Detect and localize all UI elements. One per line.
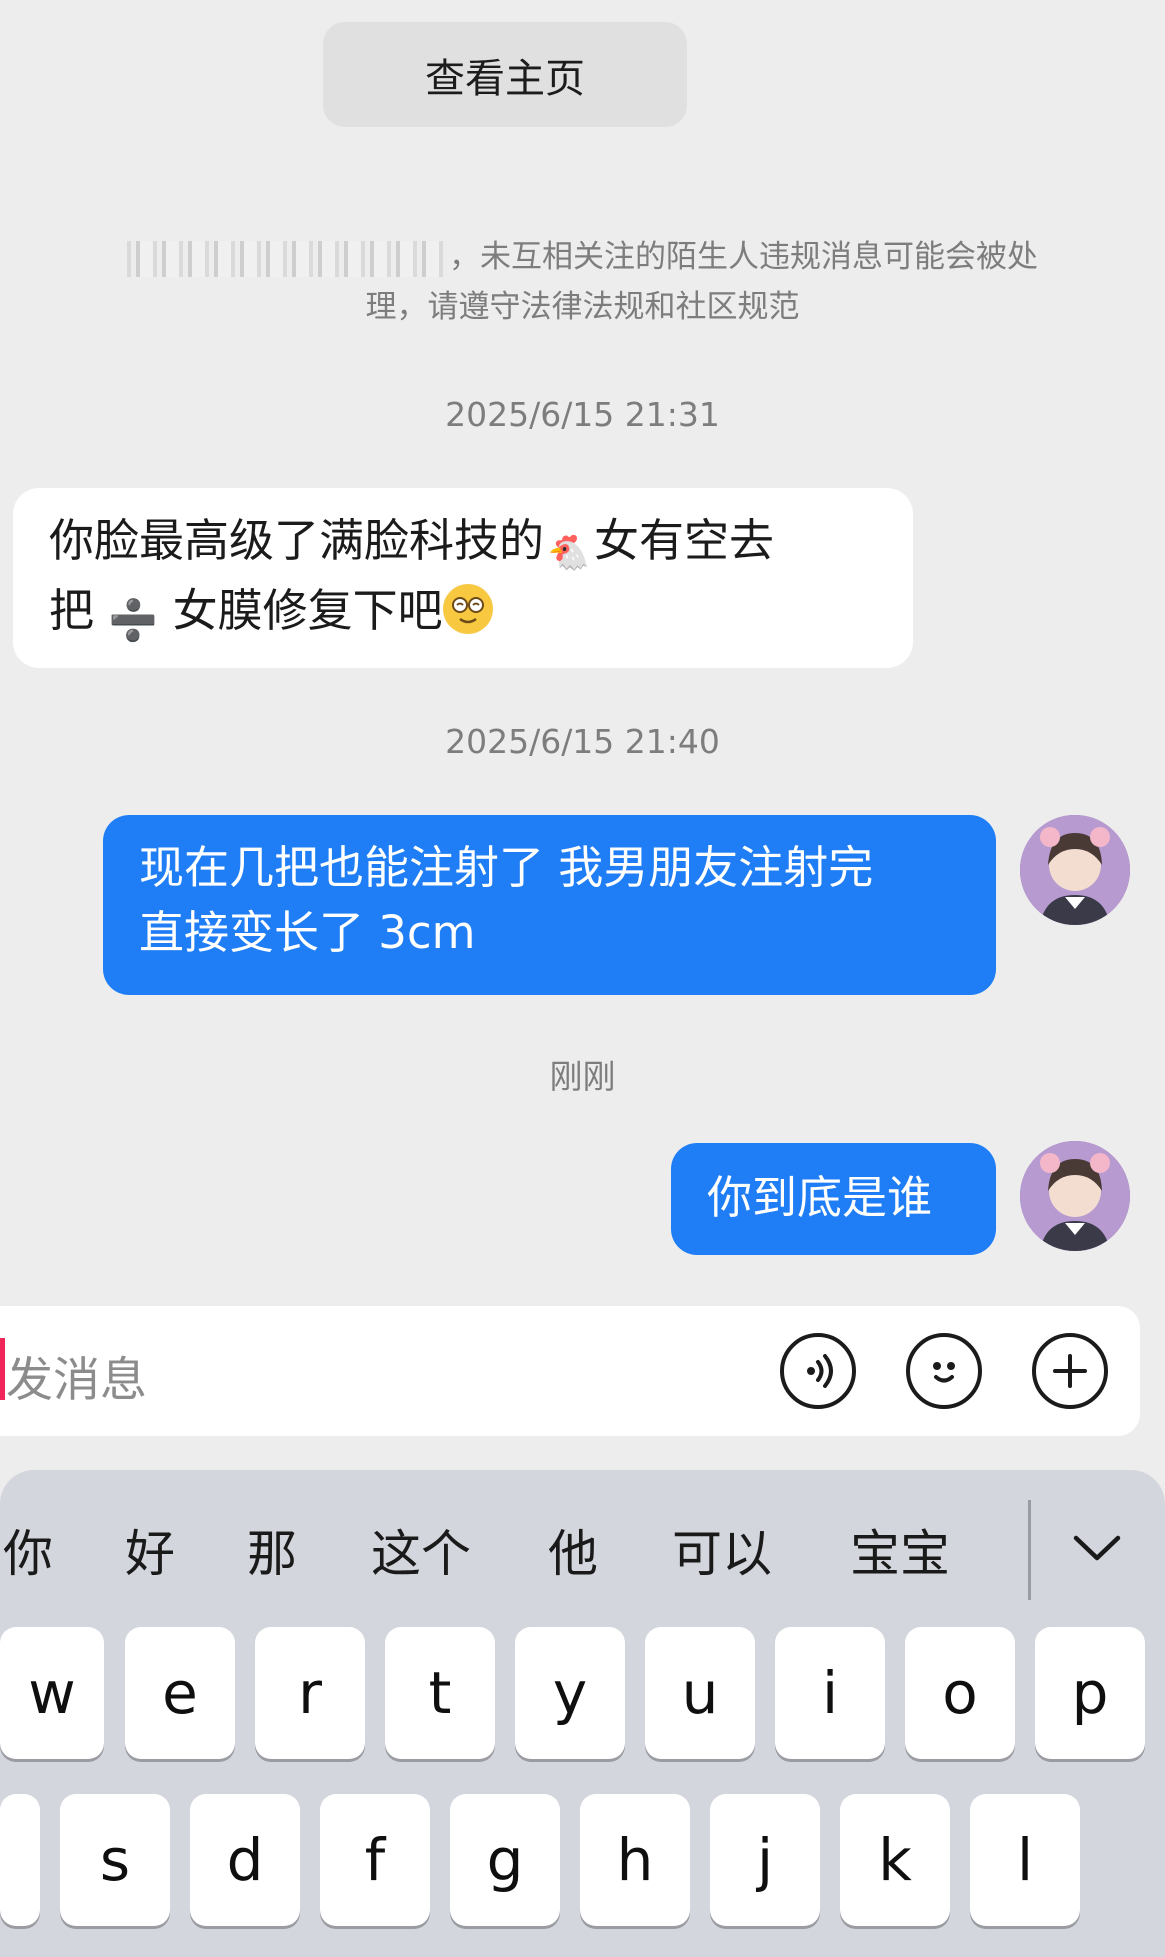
key-p[interactable]: p — [1035, 1627, 1145, 1759]
key-j[interactable]: j — [710, 1794, 820, 1926]
key-k[interactable]: k — [840, 1794, 950, 1926]
dizzy-face-emoji-icon — [442, 584, 493, 634]
message-text: 你脸最高级了满脸科技的 — [49, 514, 545, 567]
candidate-word[interactable]: 你 — [3, 1514, 53, 1586]
notice-line1: ，未互相关注的陌生人违规消息可能会被处 — [449, 239, 1038, 275]
candidate-divider — [1028, 1500, 1031, 1600]
key-i[interactable]: i — [775, 1627, 885, 1759]
key-f[interactable]: f — [320, 1794, 430, 1926]
message-text: 女膜修复下吧 — [172, 584, 443, 637]
key-e[interactable]: e — [125, 1627, 235, 1759]
message-text: 现在几把也能注射了 我男朋友注射完 — [139, 841, 874, 894]
plus-icon[interactable] — [1032, 1333, 1108, 1409]
chicken-emoji-icon: 🐔 — [547, 533, 591, 573]
candidate-word[interactable]: 他 — [548, 1514, 598, 1586]
view-profile-label: 查看主页 — [425, 55, 585, 102]
key-d[interactable]: d — [190, 1794, 300, 1926]
redacted-text — [127, 240, 445, 277]
message-input[interactable]: 发消息 — [6, 1341, 147, 1410]
avatar[interactable] — [1020, 1141, 1130, 1251]
candidate-word[interactable]: 那 — [247, 1514, 297, 1586]
chevron-down-icon[interactable] — [1068, 1522, 1126, 1574]
candidate-word[interactable]: 宝宝 — [850, 1514, 950, 1586]
key-u[interactable]: u — [645, 1627, 755, 1759]
incoming-message-bubble[interactable]: 你脸最高级了满脸科技的 🐔女有空去 把 ➗ 女膜修复下吧 — [13, 488, 913, 668]
key-l[interactable]: l — [970, 1794, 1080, 1926]
text-cursor — [0, 1338, 5, 1400]
message-text: 直接变长了 3cm — [139, 906, 476, 959]
key-a[interactable] — [0, 1794, 40, 1926]
view-profile-button[interactable]: 查看主页 — [323, 22, 687, 127]
key-y[interactable]: y — [515, 1627, 625, 1759]
key-o[interactable]: o — [905, 1627, 1015, 1759]
message-text: 把 — [49, 584, 95, 637]
voice-icon[interactable] — [780, 1333, 856, 1409]
key-r[interactable]: r — [255, 1627, 365, 1759]
timestamp: 2025/6/15 21:40 — [445, 722, 720, 761]
divide-sign-emoji-icon: ➗ — [108, 598, 159, 644]
message-text: 你到底是谁 — [707, 1171, 933, 1224]
candidate-word[interactable]: 这个 — [371, 1514, 471, 1586]
key-s[interactable]: s — [60, 1794, 170, 1926]
key-g[interactable]: g — [450, 1794, 560, 1926]
avatar[interactable] — [1020, 815, 1130, 925]
key-t[interactable]: t — [385, 1627, 495, 1759]
emoji-icon[interactable] — [906, 1333, 982, 1409]
candidate-word[interactable]: 可以 — [672, 1514, 772, 1586]
message-text: 女有空去 — [594, 514, 775, 567]
timestamp: 2025/6/15 21:31 — [445, 395, 720, 434]
key-h[interactable]: h — [580, 1794, 690, 1926]
stranger-notice: ，未互相关注的陌生人违规消息可能会被处 理，请遵守法律法规和社区规范 — [0, 232, 1165, 332]
key-w[interactable]: w — [0, 1627, 104, 1759]
outgoing-message-bubble[interactable]: 你到底是谁 — [671, 1143, 996, 1255]
timestamp: 刚刚 — [549, 1057, 616, 1096]
candidate-word[interactable]: 好 — [125, 1514, 175, 1586]
outgoing-message-bubble[interactable]: 现在几把也能注射了 我男朋友注射完 直接变长了 3cm — [103, 815, 996, 995]
notice-line2: 理，请遵守法律法规和社区规范 — [365, 289, 800, 325]
